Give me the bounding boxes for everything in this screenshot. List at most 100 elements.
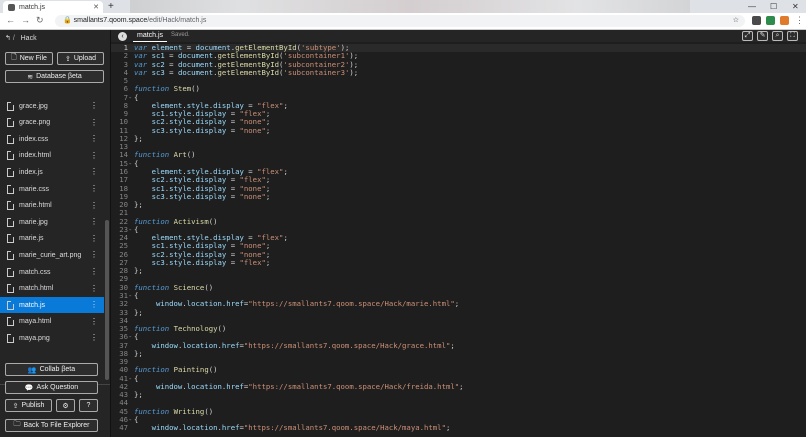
code-line[interactable]: 30 function Science(): [111, 283, 806, 292]
kebab-icon[interactable]: ⋮: [90, 101, 98, 110]
file-item[interactable]: marie_curie_art.png ⋮: [0, 247, 104, 263]
code-line[interactable]: 28 };: [111, 266, 806, 275]
kebab-icon[interactable]: ⋮: [90, 317, 98, 326]
kebab-icon[interactable]: ⋮: [90, 201, 98, 210]
code-line[interactable]: 32 window.location.href="https://smallan…: [111, 299, 806, 309]
file-icon: [7, 333, 14, 343]
code-line[interactable]: 47 window.location.href="https://smallan…: [111, 423, 806, 433]
code-line[interactable]: 45 function Writing(): [111, 407, 806, 416]
kebab-icon[interactable]: ⋮: [90, 167, 98, 176]
menu-dots-icon[interactable]: ⋮: [795, 15, 804, 26]
code-line[interactable]: 13: [111, 142, 806, 151]
code-line[interactable]: 40 function Painting(): [111, 365, 806, 375]
code-line[interactable]: 27 sc3.style.display = "flex";: [111, 257, 806, 267]
code-line[interactable]: 29: [111, 275, 806, 284]
ask-question-button[interactable]: 💬 Ask Question: [5, 381, 98, 394]
file-item[interactable]: grace.jpg ⋮: [0, 98, 104, 114]
code-line[interactable]: 37 window.location.href="https://smallan…: [111, 341, 806, 350]
new-file-button[interactable]: 🗋 New File: [5, 52, 53, 65]
code-line[interactable]: 35 function Technology(): [111, 324, 806, 333]
settings-button[interactable]: ⚙: [56, 399, 75, 412]
code-line[interactable]: 42 window.location.href="https://smallan…: [111, 381, 806, 391]
help-button[interactable]: ?: [79, 399, 98, 412]
maximize-button[interactable]: ☐: [770, 0, 777, 13]
kebab-icon[interactable]: ⋮: [90, 118, 98, 127]
code-line[interactable]: 6 function Stem(): [111, 85, 806, 94]
publish-button[interactable]: ⇪ Publish: [5, 399, 52, 412]
kebab-icon[interactable]: ⋮: [90, 333, 98, 342]
file-item[interactable]: match.html ⋮: [0, 281, 104, 297]
code-token: location: [186, 381, 222, 391]
file-item[interactable]: marie.html ⋮: [0, 198, 104, 214]
code-line[interactable]: 33 };: [111, 308, 806, 317]
file-item[interactable]: grace.png ⋮: [0, 115, 104, 131]
new-tab-button[interactable]: +: [108, 1, 114, 12]
file-item[interactable]: index.js ⋮: [0, 164, 104, 180]
star-icon[interactable]: ☆: [733, 15, 739, 27]
close-tab-icon[interactable]: ✕: [93, 3, 99, 11]
database-button[interactable]: ≋ Database βeta: [5, 70, 104, 83]
kebab-icon[interactable]: ⋮: [90, 184, 98, 193]
up-folder-icon[interactable]: ↰: [5, 35, 11, 42]
file-item[interactable]: maya.html ⋮: [0, 314, 104, 330]
expand-icon[interactable]: ⤢: [742, 31, 753, 41]
url-field[interactable]: 🔒 smallants7.qoom.space/edit/Hack/match.…: [55, 15, 745, 27]
kebab-icon[interactable]: ⋮: [90, 300, 98, 309]
forward-arrow-icon[interactable]: →: [21, 15, 30, 26]
reload-icon[interactable]: ↻: [36, 15, 44, 26]
code-token: window: [151, 423, 178, 433]
fullscreen-icon[interactable]: ⛶: [787, 31, 798, 41]
file-item[interactable]: index.html ⋮: [0, 148, 104, 164]
breadcrumb-folder[interactable]: Hack: [21, 35, 37, 42]
kebab-icon[interactable]: ⋮: [90, 250, 98, 259]
code-line[interactable]: 14 function Art(): [111, 151, 806, 160]
code-line[interactable]: 19 sc3.style.display = "none";: [111, 192, 806, 201]
file-item[interactable]: marie.css ⋮: [0, 181, 104, 197]
search-icon[interactable]: ⌕: [772, 31, 783, 41]
kebab-icon[interactable]: ⋮: [90, 284, 98, 293]
browser-tab[interactable]: match.js ✕: [3, 1, 103, 13]
kebab-icon[interactable]: ⋮: [90, 267, 98, 276]
extension-icon[interactable]: [752, 16, 761, 25]
code-line[interactable]: 5: [111, 76, 806, 85]
file-item[interactable]: marie.js ⋮: [0, 231, 104, 247]
code-token: href: [226, 299, 244, 309]
code-line[interactable]: 4 var sc3 = document.getElementById('sub…: [111, 68, 806, 77]
code-area[interactable]: 1 var element = document.getElementById(…: [111, 43, 806, 433]
minimize-button[interactable]: —: [748, 0, 756, 13]
kebab-icon[interactable]: ⋮: [90, 234, 98, 243]
collab-button[interactable]: 👥 Collab βeta: [5, 363, 98, 376]
code-token: (): [208, 365, 218, 375]
extension-icon[interactable]: [780, 16, 789, 25]
code-line[interactable]: 20 };: [111, 200, 806, 209]
breadcrumb[interactable]: ↰ / Hack: [5, 34, 37, 42]
code-token: ;: [459, 381, 464, 391]
save-status: Saved.: [171, 32, 190, 38]
code-line[interactable]: 12 };: [111, 134, 806, 143]
magic-icon[interactable]: ✎: [757, 31, 768, 41]
extension-icon[interactable]: [766, 16, 775, 25]
file-item[interactable]: match.js ⋮: [0, 297, 104, 314]
sidebar-scrollbar[interactable]: [105, 220, 109, 380]
file-item[interactable]: maya.png ⋮: [0, 330, 104, 346]
code-token: sc3: [151, 257, 165, 267]
file-icon: [7, 134, 14, 144]
upload-button[interactable]: ⇪ Upload: [57, 52, 104, 65]
back-to-file-explorer-button[interactable]: 🗀 Back To File Explorer: [5, 419, 98, 432]
back-arrow-icon[interactable]: ‹: [118, 32, 127, 41]
code-line[interactable]: 43 };: [111, 390, 806, 399]
close-window-button[interactable]: ✕: [792, 0, 799, 13]
kebab-icon[interactable]: ⋮: [90, 134, 98, 143]
file-item[interactable]: match.css ⋮: [0, 264, 104, 280]
kebab-icon[interactable]: ⋮: [90, 151, 98, 160]
code-line[interactable]: 44: [111, 399, 806, 408]
code-line[interactable]: 22 function Activism(): [111, 217, 806, 226]
code-line[interactable]: 38 };: [111, 349, 806, 358]
file-icon: [7, 151, 14, 161]
kebab-icon[interactable]: ⋮: [90, 217, 98, 226]
file-item[interactable]: index.css ⋮: [0, 131, 104, 147]
back-arrow-icon[interactable]: ←: [6, 15, 15, 26]
file-item[interactable]: marie.jpg ⋮: [0, 214, 104, 230]
code-line[interactable]: 11 sc3.style.display = "none";: [111, 126, 806, 135]
editor-tab[interactable]: match.js: [133, 31, 168, 42]
